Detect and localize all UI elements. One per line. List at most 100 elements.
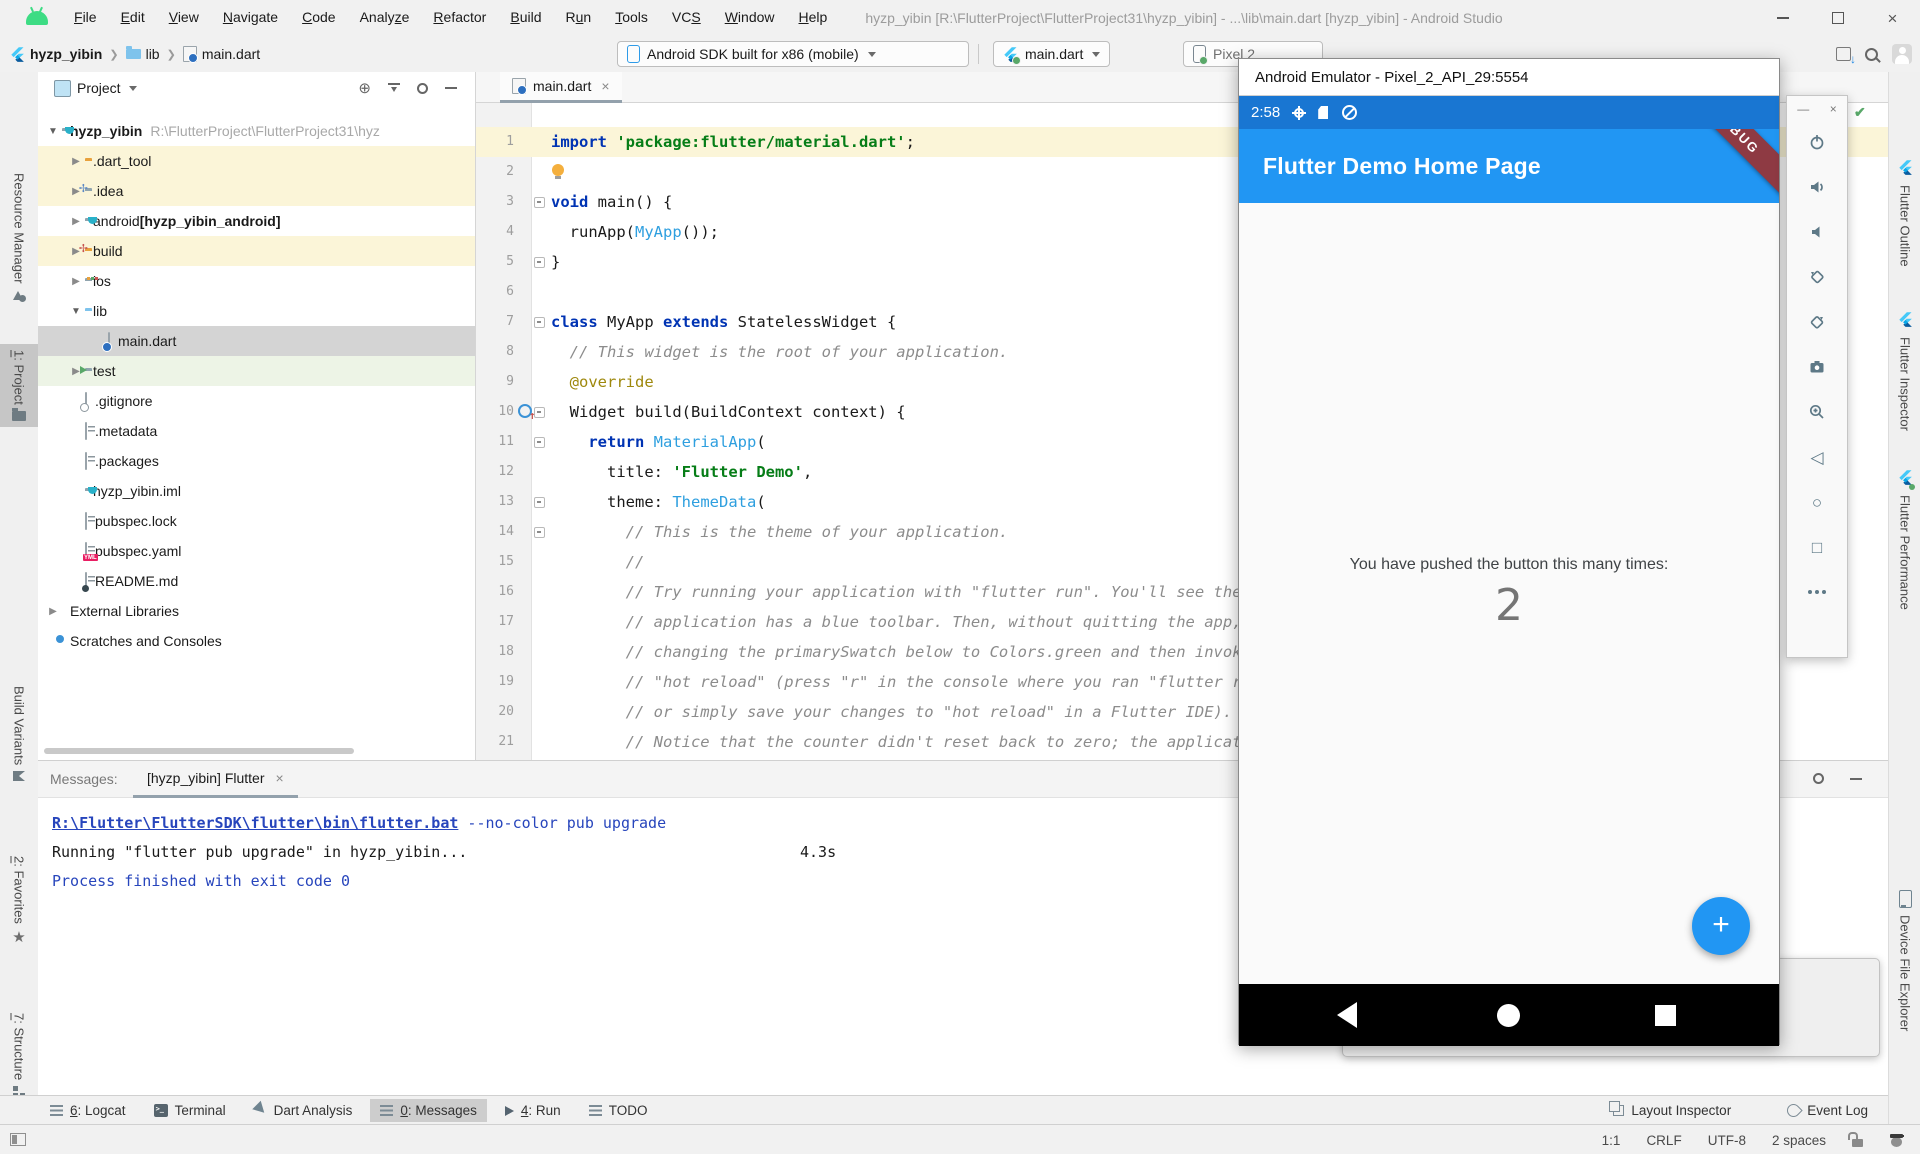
tree-row-lib[interactable]: ▼lib [38,296,475,326]
tree-row-pubspec-lock[interactable]: pubspec.lock [38,506,475,536]
console-link[interactable]: R:\Flutter\FlutterSDK\flutter\bin\flutte… [52,814,458,832]
screenshot-icon[interactable] [1807,357,1827,377]
toolwindow-0-messages[interactable]: 0: Messages [370,1099,487,1122]
encoding[interactable]: UTF-8 [1708,1133,1746,1148]
zoom-icon[interactable] [1807,402,1827,422]
highlighting-level-icon[interactable] [1889,1133,1904,1148]
rotate-right-icon[interactable] [1807,312,1827,332]
emulator-title-bar[interactable]: Android Emulator - Pixel_2_API_29:5554 [1239,59,1779,96]
locate-icon[interactable]: ⊕ [358,79,371,97]
close-button[interactable]: × [1865,0,1920,36]
line-number[interactable]: 18 [476,637,514,667]
stripe-tab-7-structure[interactable]: 7: Structure [0,1007,38,1104]
fold-marker-icon[interactable] [534,257,545,268]
indent-setting[interactable]: 2 spaces [1772,1133,1826,1148]
menu-analyze[interactable]: Analyze [348,9,422,25]
fold-marker-icon[interactable] [534,407,545,418]
fold-marker-icon[interactable] [534,317,545,328]
stripe-tab-flutter-performance[interactable]: Flutter Performance [1889,470,1920,610]
tree-down-arrow-icon[interactable]: ▼ [67,306,85,317]
tree-row--packages[interactable]: .packages [38,446,475,476]
breadcrumb-file[interactable]: main.dart [202,46,260,62]
stripe-tab-device-file-explorer[interactable]: Device File Explorer [1889,890,1920,1031]
emulator-minimize-button[interactable]: — [1797,102,1809,116]
settings-icon[interactable] [1813,773,1824,784]
menu-edit[interactable]: Edit [109,9,157,25]
toolwindow-dart-analysis[interactable]: Dart Analysis [244,1099,363,1122]
menu-build[interactable]: Build [498,9,553,25]
toolwindow-event-log[interactable]: Event Log [1777,1099,1878,1122]
hide-panel-icon[interactable] [445,87,457,89]
fold-marker-icon[interactable] [534,197,545,208]
unlock-icon[interactable] [1852,1139,1863,1147]
line-number[interactable]: 20 [476,697,514,727]
horizontal-scrollbar[interactable] [44,748,354,754]
menu-tools[interactable]: Tools [603,9,660,25]
more-icon[interactable] [1807,582,1827,602]
line-number[interactable]: 17 [476,607,514,637]
toolwindow-6-logcat[interactable]: 6: Logcat [40,1099,136,1122]
override-marker-icon[interactable] [518,404,532,418]
line-number[interactable]: 5 [476,247,514,277]
caret-position[interactable]: 1:1 [1602,1133,1621,1148]
search-everywhere-icon[interactable] [1865,48,1878,61]
minimize-button[interactable] [1755,0,1810,36]
line-number[interactable]: 4 [476,217,514,247]
flutter-console-tab[interactable]: [hyzp_yibin] Flutter × [133,761,298,798]
breadcrumb-project[interactable]: hyzp_yibin [30,46,102,62]
toolwindow-todo[interactable]: TODO [579,1099,658,1122]
tree-row--idea[interactable]: ▶.idea [38,176,475,206]
sync-project-icon[interactable] [1836,47,1851,61]
tree-row-ios[interactable]: ▶ios [38,266,475,296]
line-number[interactable]: 16 [476,577,514,607]
power-icon[interactable] [1807,132,1827,152]
restore-button[interactable] [1810,0,1865,36]
tree-right-arrow-icon[interactable]: ▶ [44,606,62,617]
back-icon[interactable]: ◁ [1807,447,1827,467]
home-icon[interactable] [1497,1004,1520,1027]
tree-row-hyzp-yibin[interactable]: ▼hyzp_yibin R:\FlutterProject\FlutterPro… [38,116,475,146]
line-number[interactable]: 13 [476,487,514,517]
line-number[interactable]: 1 [476,127,514,157]
stripe-tab-build-variants[interactable]: Build Variants [0,680,38,788]
toolwindow-4-run[interactable]: 4: Run [495,1099,571,1122]
tool-window-switcher-icon[interactable] [10,1133,26,1146]
tree-right-arrow-icon[interactable]: ▶ [67,276,85,287]
fold-marker-icon[interactable] [534,497,545,508]
toolwindow-terminal[interactable]: Terminal [144,1099,236,1122]
line-number[interactable]: 2 [476,157,514,187]
line-number[interactable]: 21 [476,727,514,757]
line-number[interactable]: 6 [476,277,514,307]
menu-refactor[interactable]: Refactor [421,9,498,25]
fold-marker-icon[interactable] [534,527,545,538]
menu-code[interactable]: Code [290,9,347,25]
line-number[interactable]: 9 [476,367,514,397]
collapse-all-icon[interactable] [388,82,400,94]
back-icon[interactable] [1337,1002,1357,1028]
emulator-close-button[interactable]: × [1830,102,1837,116]
close-tab-icon[interactable]: × [601,78,609,94]
toolwindow-layout-inspector[interactable]: Layout Inspector [1598,1099,1741,1122]
menu-run[interactable]: Run [554,9,604,25]
menu-window[interactable]: Window [713,9,787,25]
tree-row-test[interactable]: ▶test [38,356,475,386]
menu-file[interactable]: File [62,9,109,25]
line-number[interactable]: 15 [476,547,514,577]
tree-row-hyzp-yibin-iml[interactable]: hyzp_yibin.iml [38,476,475,506]
profile-avatar[interactable] [1892,44,1912,64]
stripe-tab-flutter-outline[interactable]: Flutter Outline [1889,160,1920,267]
tree-row--gitignore[interactable]: .gitignore [38,386,475,416]
device-selector-combo[interactable]: Android SDK built for x86 (mobile) [617,41,969,67]
chevron-down-icon[interactable] [129,86,137,91]
rotate-left-icon[interactable] [1807,267,1827,287]
menu-vcs[interactable]: VCS [660,9,713,25]
stripe-tab-2-favorites[interactable]: 2: Favorites★ [0,850,38,951]
tree-row-android[interactable]: ▶android [hyzp_yibin_android] [38,206,475,236]
tree-row-main-dart[interactable]: main.dart [38,326,475,356]
intention-bulb-icon[interactable] [552,164,564,176]
tree-row--metadata[interactable]: .metadata [38,416,475,446]
volume-down-icon[interactable] [1807,222,1827,242]
menu-navigate[interactable]: Navigate [211,9,290,25]
tree-right-arrow-icon[interactable]: ▶ [67,216,85,227]
line-number[interactable]: 8 [476,337,514,367]
